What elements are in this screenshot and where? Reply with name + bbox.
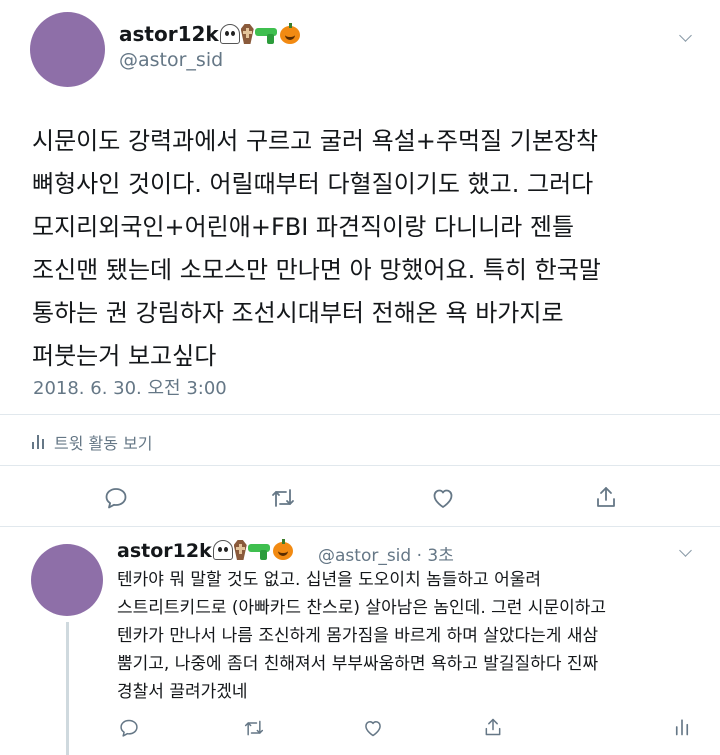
tweet-text-line: 모지리외국인+어린애+FBI 파견직이랑 다니니라 젠틀 [32, 213, 575, 241]
activity-label: 트윗 활동 보기 [54, 434, 153, 453]
coffin-emoji [233, 540, 247, 560]
reply-icon[interactable] [104, 486, 128, 510]
avatar[interactable] [30, 12, 105, 87]
ghost-emoji [212, 540, 233, 560]
tweet-text-line: 통하는 권 강림하자 조선시대부터 전해온 욕 바가지로 [32, 299, 564, 327]
reply-text-line: 텐카야 뭐 말할 것도 없고. 십년을 도오이치 놈들하고 어울려 [117, 570, 541, 590]
timestamp[interactable]: 2018. 6. 30. 오전 3:00 [33, 374, 227, 400]
analytics-icon [32, 435, 44, 449]
tweet-text-line: 뼈형사인 것이다. 어릴때부터 다혈질이기도 했고. 그러다 [32, 170, 594, 198]
divider [0, 414, 720, 415]
retweet-icon[interactable] [271, 486, 295, 510]
share-icon[interactable] [594, 485, 618, 509]
user-handle[interactable]: @astor_sid [119, 49, 223, 71]
reply-text-line: 텐카가 만나서 나름 조신하게 몸가짐을 바르게 하며 살았다는게 새삼 [117, 626, 599, 646]
avatar[interactable] [31, 544, 103, 616]
reply-text-line: 경찰서 끌려가겠네 [117, 682, 248, 702]
chevron-down-icon[interactable] [679, 29, 692, 42]
retweet-icon[interactable] [244, 718, 264, 738]
tweet-text: 시문이도 강력과에서 구르고 굴러 욕설+주먹질 기본장착 뼈형사인 것이다. … [32, 120, 702, 378]
reply-meta[interactable]: @astor_sid · 3초 [318, 541, 454, 566]
ghost-emoji [219, 24, 240, 44]
divider [0, 526, 720, 527]
reply-icon[interactable] [119, 718, 139, 738]
tweet-activity-link[interactable]: 트윗 활동 보기 [32, 430, 153, 454]
chevron-down-icon[interactable] [679, 544, 692, 557]
jack-o-lantern-emoji [279, 23, 300, 44]
share-icon[interactable] [483, 717, 503, 737]
jack-o-lantern-emoji [272, 539, 293, 560]
divider [0, 465, 720, 466]
tweet-text-line: 퍼붓는거 보고싶다 [32, 342, 217, 370]
coffin-emoji [240, 24, 254, 44]
display-name[interactable]: astor12k [117, 539, 293, 562]
tweet-text-line: 조신맨 됐는데 소모스만 만나면 아 망했어요. 특히 한국말 [32, 256, 601, 284]
tweet-text-line: 시문이도 강력과에서 구르고 굴러 욕설+주먹질 기본장착 [32, 127, 599, 155]
reply-text-line: 뿜기고, 나중에 좀더 친해져서 부부싸움하면 욕하고 발길질하다 진짜 [117, 654, 599, 674]
display-name[interactable]: astor12k [119, 22, 300, 46]
reply-text-line: 스트리트키드로 (아빠카드 찬스로) 살아남은 놈인데. 그런 시문이하고 [117, 598, 607, 618]
water-pistol-emoji [254, 26, 279, 44]
thread-line [66, 622, 69, 755]
water-pistol-emoji [247, 542, 272, 560]
analytics-icon[interactable] [673, 718, 691, 736]
like-icon[interactable] [363, 718, 383, 738]
reply-text: 텐카야 뭐 말할 것도 없고. 십년을 도오이치 놈들하고 어울려 스트리트키드… [117, 566, 707, 706]
like-icon[interactable] [431, 486, 455, 510]
